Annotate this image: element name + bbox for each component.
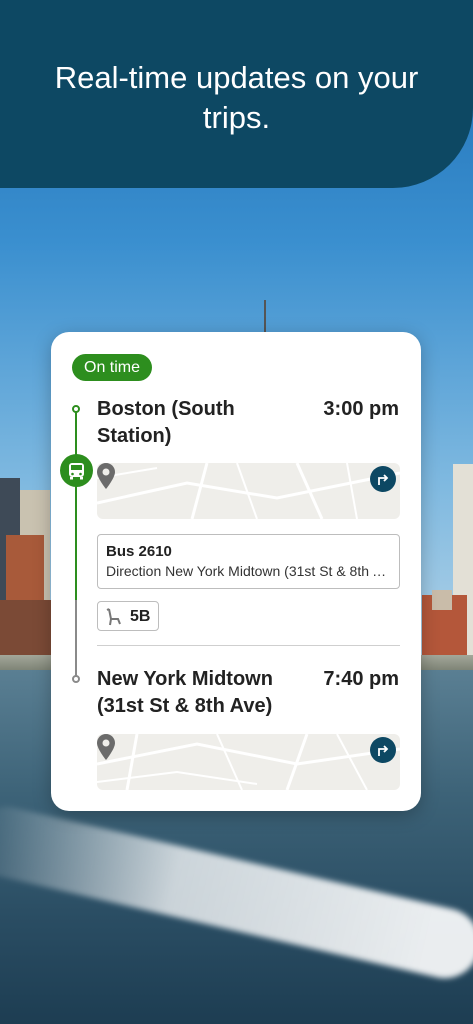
timeline-line <box>75 410 77 600</box>
seat-icon <box>106 608 121 626</box>
timeline-line-remaining <box>75 600 77 678</box>
location-pin-icon <box>97 463 115 489</box>
bus-info-box: Bus 2610 Direction New York Midtown (31s… <box>97 534 400 589</box>
bus-icon <box>60 454 93 487</box>
turn-right-arrow-icon <box>378 745 389 756</box>
header-banner: Real-time updates on your trips. <box>0 0 473 188</box>
arrival-map[interactable] <box>97 734 400 790</box>
seat-number: 5B <box>130 608 151 625</box>
location-pin-icon <box>97 734 115 760</box>
building <box>0 600 51 660</box>
divider <box>97 645 400 646</box>
trip-card[interactable]: On time Boston (South Station) 3:00 pm B… <box>51 332 421 811</box>
arrival-station: New York Midtown (31st St & 8th Ave) <box>97 668 273 717</box>
arrival-dot <box>72 675 80 683</box>
building <box>432 590 452 610</box>
departure-dot <box>72 405 80 413</box>
map-streets <box>97 463 400 519</box>
departure-map[interactable] <box>97 463 400 519</box>
arrival-time: 7:40 pm <box>323 668 399 690</box>
map-streets <box>97 734 400 790</box>
bus-number: Bus 2610 <box>106 543 172 560</box>
header-title: Real-time updates on your trips. <box>54 60 419 135</box>
status-badge: On time <box>72 354 153 381</box>
departure-station: Boston (South Station) <box>97 398 235 447</box>
directions-button[interactable] <box>370 737 396 763</box>
departure-time: 3:00 pm <box>323 398 399 420</box>
directions-button[interactable] <box>370 466 396 492</box>
turn-right-arrow-icon <box>378 474 389 485</box>
seat-box: 5B <box>97 601 159 631</box>
bus-direction: Direction New York Midtown (31st St & 8t… <box>106 563 391 579</box>
